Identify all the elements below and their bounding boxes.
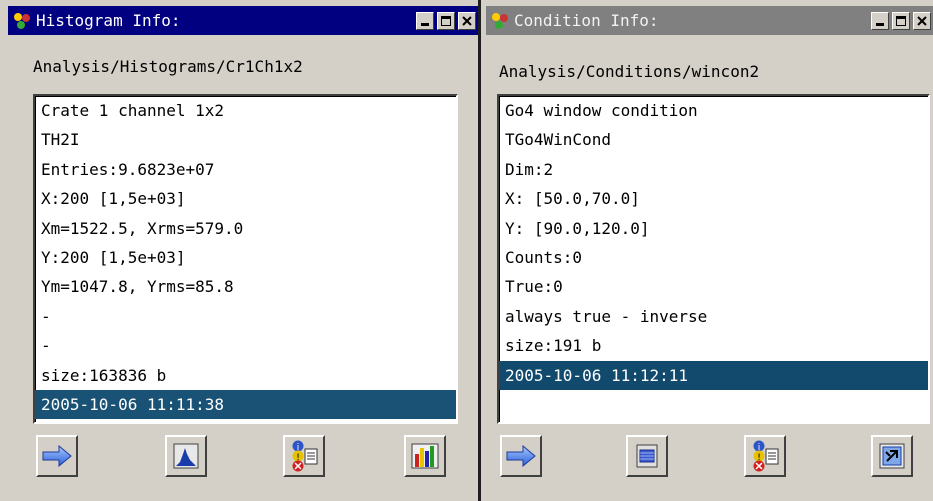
list-item[interactable]: Y:200 [1,5e+03] bbox=[35, 243, 456, 272]
list-item[interactable]: TGo4WinCond bbox=[499, 125, 928, 154]
condition-editor-icon bbox=[879, 443, 905, 469]
info-status-icon: i ! bbox=[292, 440, 318, 472]
info-status-button[interactable]: i ! bbox=[744, 435, 786, 477]
title-bar[interactable]: Condition Info: bbox=[486, 6, 933, 35]
list-item[interactable]: - bbox=[35, 302, 456, 331]
window-title: Condition Info: bbox=[514, 11, 659, 30]
object-path: Analysis/Conditions/wincon2 bbox=[499, 62, 760, 81]
maximize-button[interactable] bbox=[892, 11, 910, 30]
list-item[interactable]: Y: [90.0,120.0] bbox=[499, 214, 928, 243]
title-bar[interactable]: Histogram Info: bbox=[8, 6, 478, 35]
list-item[interactable]: always true - inverse bbox=[499, 302, 928, 331]
maximize-icon bbox=[896, 15, 906, 26]
condition-editor-button[interactable] bbox=[871, 435, 913, 477]
minimize-button[interactable] bbox=[871, 11, 889, 30]
list-item[interactable]: - bbox=[35, 331, 456, 360]
info-listbox[interactable]: Go4 window condition TGo4WinCond Dim:2 X… bbox=[497, 94, 930, 424]
draw-condition-button[interactable] bbox=[626, 435, 668, 477]
list-item-selected[interactable]: 2005-10-06 11:12:11 bbox=[499, 360, 928, 390]
list-item[interactable]: Counts:0 bbox=[499, 243, 928, 272]
maximize-button[interactable] bbox=[437, 11, 455, 30]
list-item[interactable]: X: [50.0,70.0] bbox=[499, 184, 928, 213]
go4-app-icon bbox=[490, 11, 510, 31]
arrow-right-icon bbox=[506, 445, 536, 467]
minimize-icon bbox=[876, 22, 884, 26]
arrow-right-icon bbox=[42, 445, 72, 467]
list-item[interactable]: X:200 [1,5e+03] bbox=[35, 184, 456, 213]
list-item[interactable]: Ym=1047.8, Yrms=85.8 bbox=[35, 272, 456, 301]
close-icon bbox=[917, 15, 927, 26]
bar-chart-icon bbox=[411, 443, 439, 469]
list-item[interactable]: Crate 1 channel 1x2 bbox=[35, 96, 456, 125]
window-title: Histogram Info: bbox=[36, 11, 181, 30]
window-condition-icon bbox=[636, 444, 658, 468]
list-item[interactable]: Go4 window condition bbox=[499, 96, 928, 125]
refresh-button[interactable] bbox=[500, 435, 542, 477]
refresh-button[interactable] bbox=[36, 435, 78, 477]
list-item[interactable]: True:0 bbox=[499, 272, 928, 301]
minimize-button[interactable] bbox=[416, 11, 434, 30]
list-item[interactable]: Dim:2 bbox=[499, 155, 928, 184]
close-button[interactable] bbox=[458, 11, 476, 30]
list-item[interactable]: size:163836 b bbox=[35, 361, 456, 390]
maximize-icon bbox=[441, 15, 451, 26]
list-item[interactable]: size:191 b bbox=[499, 331, 928, 360]
draw-histogram-button[interactable] bbox=[165, 435, 207, 477]
go4-app-icon bbox=[12, 11, 32, 31]
info-listbox[interactable]: Crate 1 channel 1x2 TH2I Entries:9.6823e… bbox=[33, 94, 458, 424]
histogram-info-window: Histogram Info: Analysis/Histograms/Cr1C… bbox=[0, 0, 478, 501]
list-item[interactable]: TH2I bbox=[35, 125, 456, 154]
list-item-selected[interactable]: 2005-10-06 11:11:38 bbox=[35, 389, 456, 420]
list-item[interactable]: Xm=1522.5, Xrms=579.0 bbox=[35, 214, 456, 243]
list-item[interactable]: Entries:9.6823e+07 bbox=[35, 155, 456, 184]
info-status-icon: i ! bbox=[753, 440, 779, 472]
close-button[interactable] bbox=[913, 11, 931, 30]
minimize-icon bbox=[421, 22, 429, 26]
histogram-draw-icon bbox=[173, 443, 199, 469]
bar-chart-button[interactable] bbox=[404, 435, 446, 477]
info-status-button[interactable]: i ! bbox=[283, 435, 325, 477]
close-icon bbox=[462, 15, 472, 26]
object-path: Analysis/Histograms/Cr1Ch1x2 bbox=[33, 57, 303, 76]
condition-info-window: Condition Info: Analysis/Conditions/winc… bbox=[481, 0, 933, 501]
